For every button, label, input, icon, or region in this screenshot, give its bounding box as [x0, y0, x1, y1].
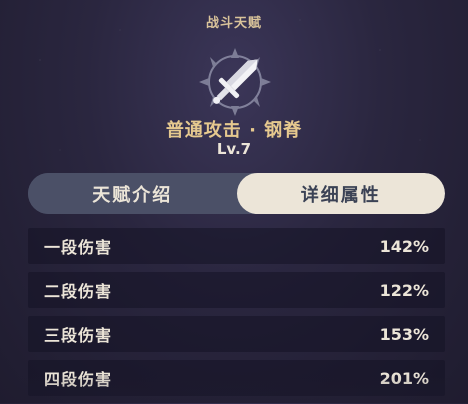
stat-row: 二段伤害 122%: [28, 272, 445, 308]
stat-value: 201%: [379, 368, 429, 388]
stat-name: 二段伤害: [44, 282, 113, 301]
stat-name: 一段伤害: [44, 238, 113, 257]
stat-name: 三段伤害: [44, 326, 113, 345]
stat-row: 四段伤害 201%: [28, 360, 445, 396]
stat-name: 四段伤害: [44, 370, 113, 389]
talent-name: 普通攻击 · 钢脊: [165, 120, 303, 141]
section-label: 战斗天赋: [205, 16, 262, 31]
tab-detailed-attributes[interactable]: 详细属性: [236, 173, 445, 214]
stat-row: 一段伤害 142%: [28, 228, 445, 264]
tab-bar: 天赋介绍 详细属性: [28, 173, 445, 214]
stat-value: 142%: [379, 236, 429, 256]
talent-level: Lv.7: [216, 140, 252, 158]
stat-value: 122%: [379, 280, 429, 300]
sword-icon: [199, 48, 271, 116]
stat-row: 三段伤害 153%: [28, 316, 445, 352]
stat-value: 153%: [379, 324, 429, 344]
stats-list: 一段伤害 142% 二段伤害 122% 三段伤害 153% 四段伤害 201%: [28, 228, 445, 404]
tab-talent-intro[interactable]: 天赋介绍: [28, 173, 237, 214]
